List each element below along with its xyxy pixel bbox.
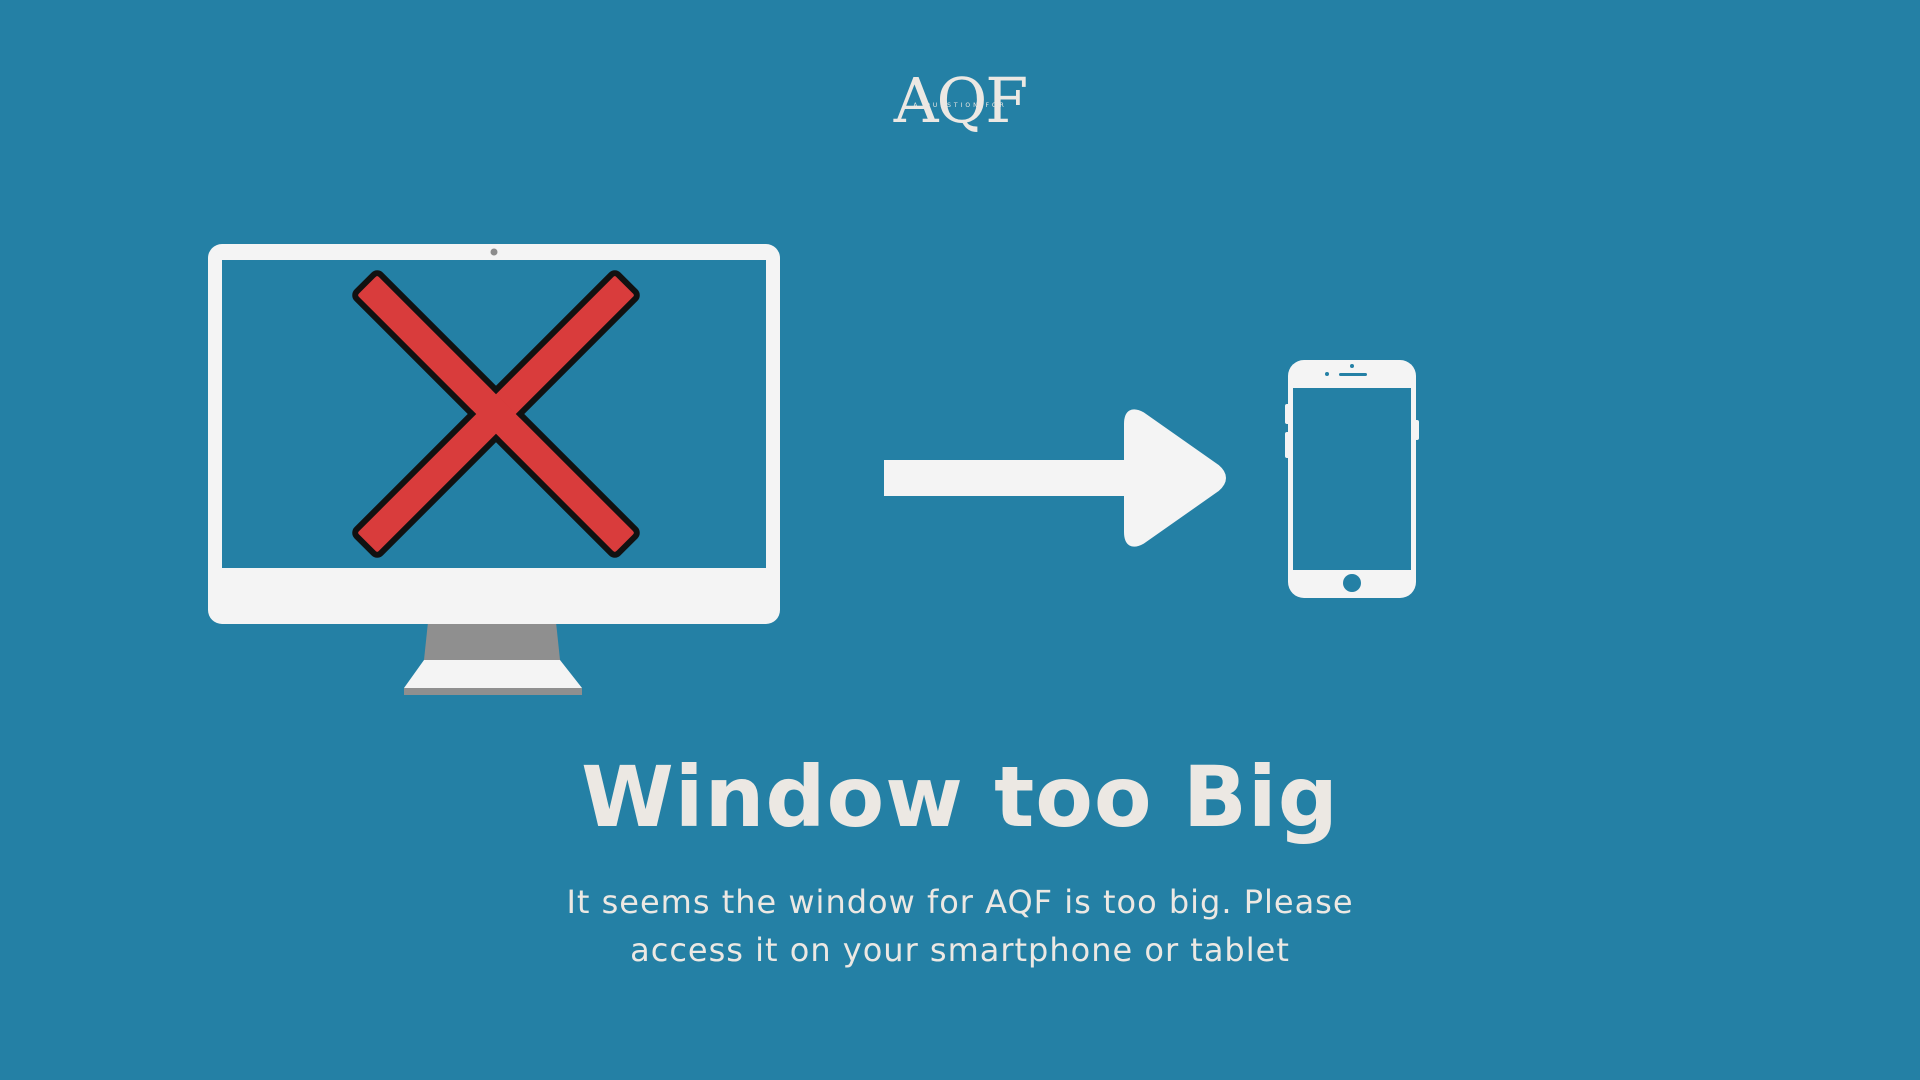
smartphone-icon <box>1285 360 1419 598</box>
illustration <box>208 244 1419 695</box>
monitor-stand-neck <box>424 622 560 660</box>
monitor-camera <box>490 248 498 256</box>
phone-screen <box>1293 388 1411 570</box>
page: AQF A QUESTION FOR Window too Big It see… <box>0 0 1920 1080</box>
desktop-monitor-icon <box>208 244 780 695</box>
arrow-right-icon <box>884 409 1226 547</box>
monitor-stand-foot <box>404 688 582 695</box>
page-title: Window too Big <box>581 748 1339 846</box>
phone-sensor <box>1325 372 1329 376</box>
phone-camera <box>1350 364 1354 368</box>
phone-home-button <box>1343 574 1361 592</box>
monitor-stand-base <box>404 660 582 688</box>
message-body: It seems the window for AQF is too big. … <box>566 883 1354 969</box>
phone-speaker <box>1339 373 1367 376</box>
